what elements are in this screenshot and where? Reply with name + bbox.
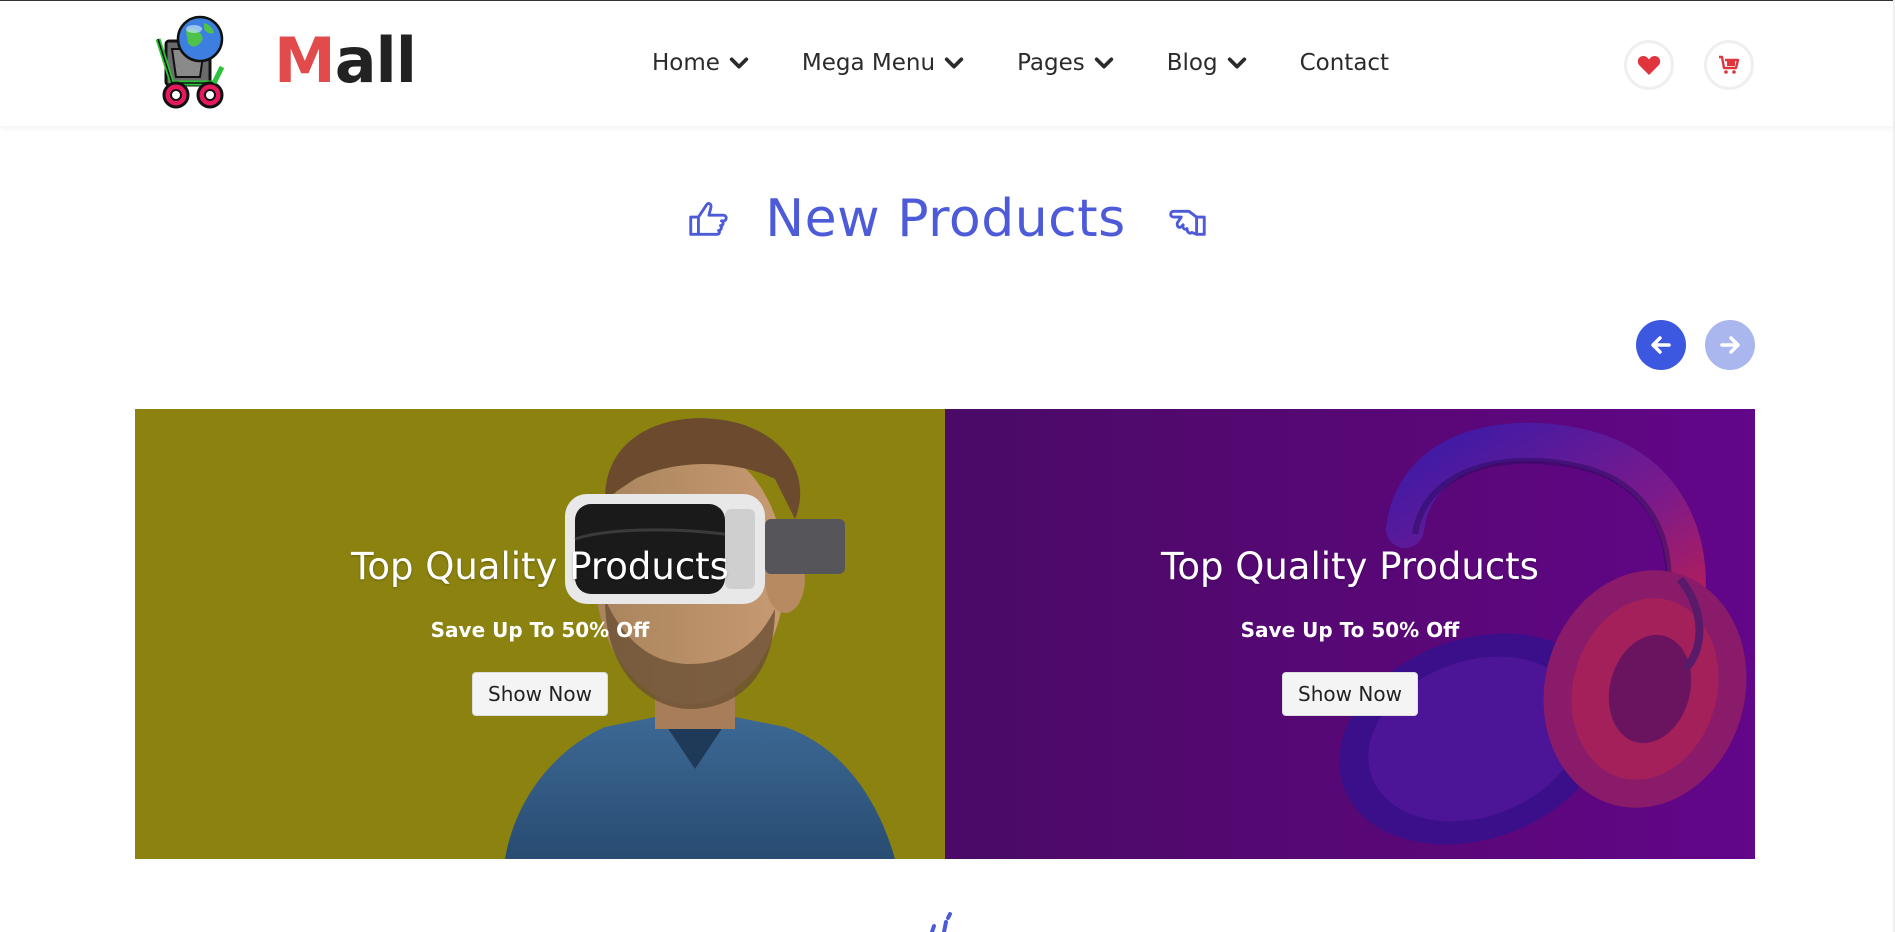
banner-title: Top Quality Products [1161,545,1539,588]
cart-button[interactable] [1704,40,1754,90]
banner-title: Top Quality Products [351,545,729,588]
promo-banner[interactable]: Top Quality Products Save Up To 50% Off … [945,409,1755,859]
site-header: Mall Home Mega Menu Pages Blog Contact [0,0,1895,126]
show-now-button[interactable]: Show Now [472,672,608,716]
wishlist-button[interactable] [1624,40,1674,90]
banner-subtitle: Save Up To 50% Off [1240,618,1460,642]
nav-label: Blog [1166,50,1218,76]
heart-icon [1637,55,1661,75]
banner-content: Top Quality Products Save Up To 50% Off … [945,409,1755,859]
chevron-down-icon [1227,57,1246,69]
main-nav: Home Mega Menu Pages Blog Contact [652,45,1389,81]
section-heading: New Products [0,184,1895,254]
nav-item-mega-menu[interactable]: Mega Menu [802,45,965,81]
pointing-hand-left-icon [1169,209,1206,236]
brand-initial: M [274,24,336,97]
nav-item-blog[interactable]: Blog [1167,45,1248,81]
nav-label: Contact [1299,50,1390,76]
next-section-title-peek [920,912,980,932]
arrow-right-icon [1720,336,1740,354]
show-now-button[interactable]: Show Now [1282,672,1418,716]
logo-icon[interactable] [152,11,248,115]
section-title: New Products [765,189,1126,249]
nav-item-contact[interactable]: Contact [1300,45,1389,81]
nav-item-pages[interactable]: Pages [1017,45,1115,81]
brand-rest: all [334,24,417,97]
nav-label: Mega Menu [801,50,936,76]
chevron-down-icon [1094,57,1113,69]
nav-item-home[interactable]: Home [652,45,750,81]
carousel-next-button[interactable] [1705,320,1755,370]
carousel-prev-button[interactable] [1636,320,1686,370]
pointing-hand-right-icon [689,202,728,236]
cart-icon [1719,55,1740,74]
brand-name[interactable]: Mall [274,24,417,97]
arrow-left-icon [1651,336,1671,354]
banner-subtitle: Save Up To 50% Off [430,618,650,642]
banner-content: Top Quality Products Save Up To 50% Off … [135,409,945,859]
nav-label: Home [652,50,720,76]
nav-label: Pages [1017,50,1085,76]
chevron-down-icon [944,57,964,69]
chevron-down-icon [729,57,749,69]
promo-banner[interactable]: Top Quality Products Save Up To 50% Off … [135,409,945,859]
